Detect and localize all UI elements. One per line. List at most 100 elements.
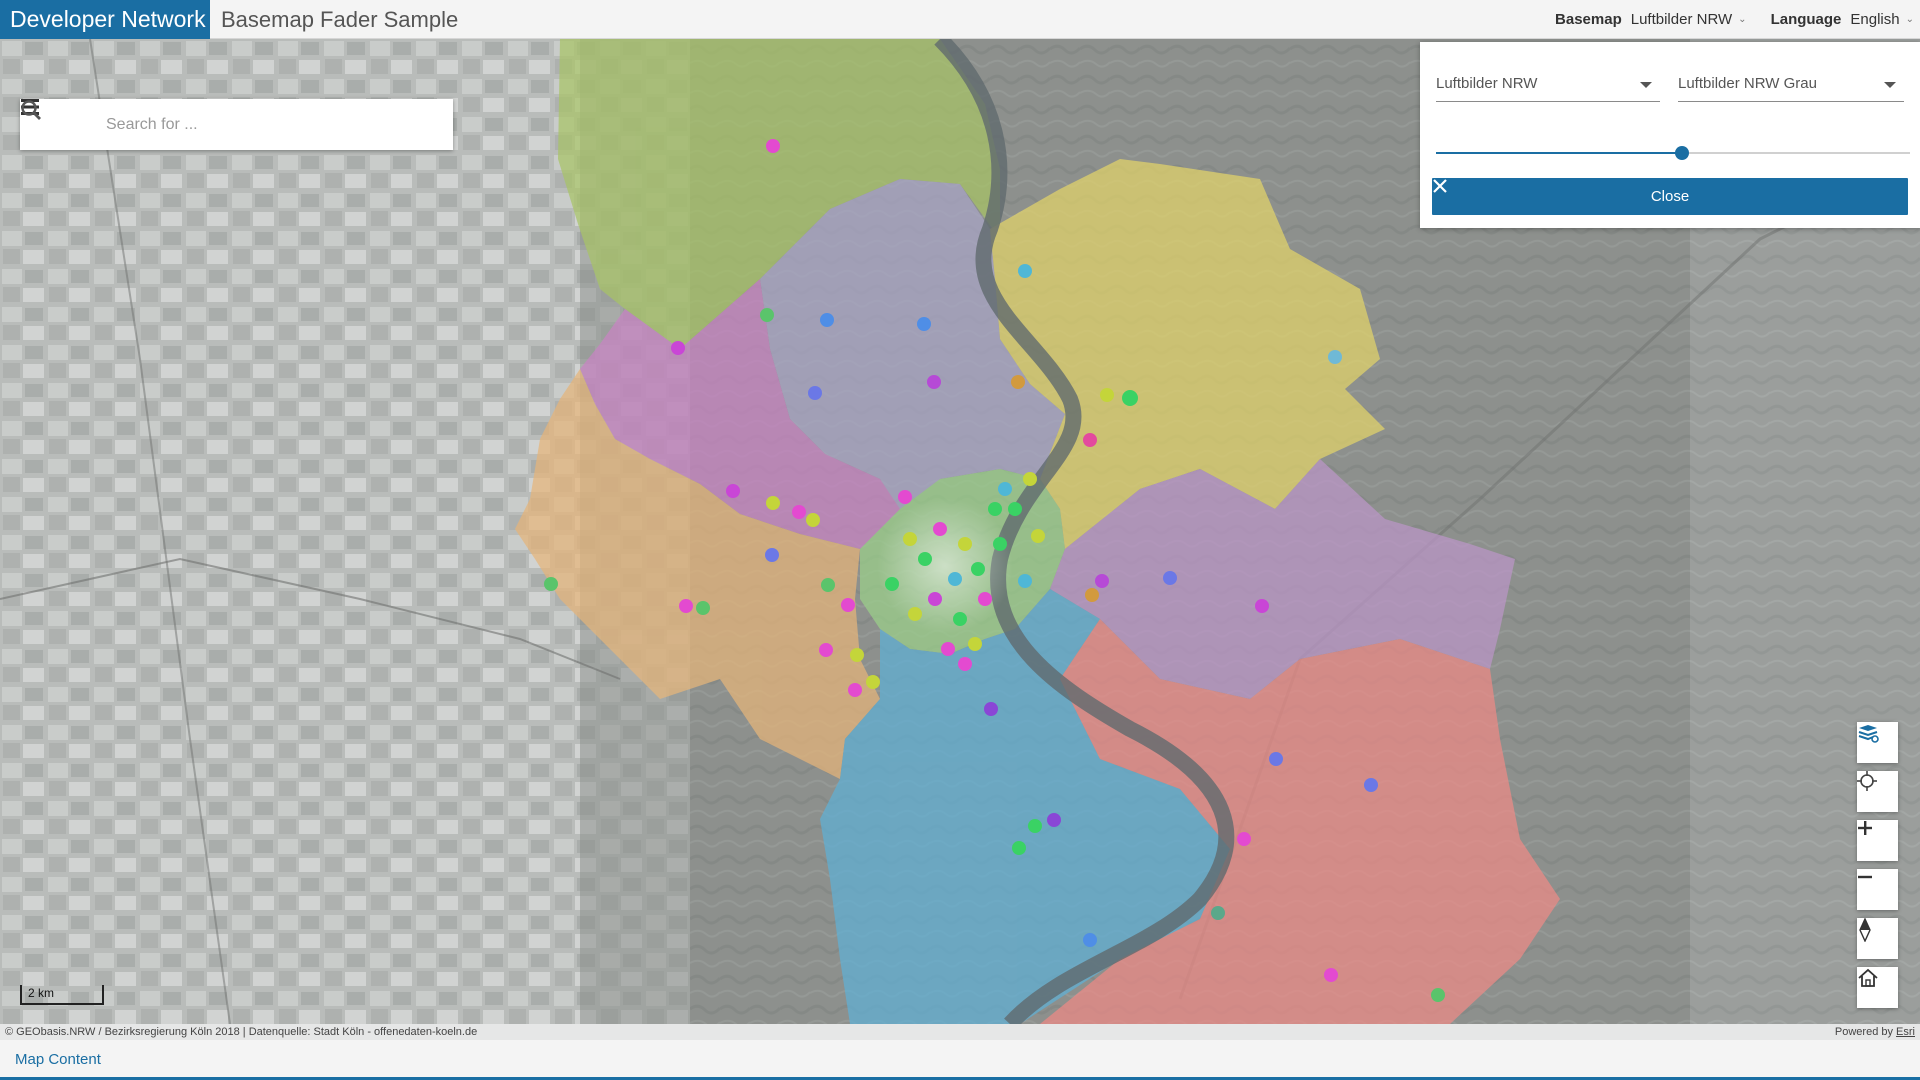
poi-point[interactable] <box>968 637 982 651</box>
app-title: Basemap Fader Sample <box>221 7 459 32</box>
brand-title[interactable]: Developer Network <box>0 0 210 39</box>
poi-point[interactable] <box>941 642 955 656</box>
poi-point[interactable] <box>984 702 998 716</box>
poi-point[interactable] <box>898 490 912 504</box>
poi-point[interactable] <box>993 537 1007 551</box>
poi-point[interactable] <box>766 139 780 153</box>
poi-point[interactable] <box>1008 502 1022 516</box>
map-view[interactable]: Luftbilder NRW Luftbilder NRW Grau Close <box>0 39 1920 1024</box>
caret-down-icon[interactable] <box>1640 82 1652 88</box>
compass-icon <box>1859 918 1871 942</box>
poi-point[interactable] <box>927 375 941 389</box>
poi-point[interactable] <box>1269 752 1283 766</box>
zoom-in-button[interactable] <box>1857 820 1898 861</box>
poi-point[interactable] <box>1018 264 1032 278</box>
poi-point[interactable] <box>726 484 740 498</box>
compass-button[interactable] <box>1857 918 1898 959</box>
poi-point[interactable] <box>820 313 834 327</box>
poi-point[interactable] <box>933 522 947 536</box>
language-dropdown[interactable]: English <box>1850 11 1899 28</box>
poi-point[interactable] <box>1012 841 1026 855</box>
poi-point[interactable] <box>948 572 962 586</box>
caret-down-icon[interactable] <box>1884 82 1896 88</box>
language-label: Language <box>1770 11 1842 28</box>
poi-point[interactable] <box>1100 388 1114 402</box>
poi-point[interactable] <box>908 607 922 621</box>
poi-point[interactable] <box>1255 599 1269 613</box>
poi-point[interactable] <box>850 648 864 662</box>
poi-point[interactable] <box>958 657 972 671</box>
poi-point[interactable] <box>1163 571 1177 585</box>
poi-point[interactable] <box>958 537 972 551</box>
poi-point[interactable] <box>808 386 822 400</box>
poi-point[interactable] <box>696 601 710 615</box>
poi-point[interactable] <box>1122 390 1138 406</box>
poi-point[interactable] <box>806 513 820 527</box>
zoom-out-icon <box>1858 875 1872 879</box>
poi-point[interactable] <box>1085 588 1099 602</box>
poi-point[interactable] <box>1031 529 1045 543</box>
poi-point[interactable] <box>1083 433 1097 447</box>
poi-point[interactable] <box>953 612 967 626</box>
zoom-out-button[interactable] <box>1857 869 1898 910</box>
zoom-in-icon <box>1858 821 1872 835</box>
basemap-toggle-icon <box>1858 725 1879 743</box>
fader-slider[interactable] <box>1436 143 1910 163</box>
poi-point[interactable] <box>760 308 774 322</box>
poi-point[interactable] <box>1083 933 1097 947</box>
poi-point[interactable] <box>679 599 693 613</box>
close-button[interactable]: Close <box>1432 178 1908 215</box>
poi-point[interactable] <box>1095 574 1109 588</box>
cluster-glow <box>877 498 1013 634</box>
left-basemap-select[interactable]: Luftbilder NRW <box>1436 70 1660 102</box>
poi-point[interactable] <box>866 675 880 689</box>
poi-point[interactable] <box>1364 778 1378 792</box>
map-content-link[interactable]: Map Content <box>15 1051 101 1068</box>
poi-point[interactable] <box>971 562 985 576</box>
scale-bar: 2 km <box>20 985 104 1005</box>
locate-button[interactable] <box>1857 771 1898 812</box>
poi-point[interactable] <box>544 577 558 591</box>
poi-point[interactable] <box>1431 988 1445 1002</box>
slider-thumb[interactable] <box>1675 146 1690 160</box>
poi-point[interactable] <box>841 598 855 612</box>
poi-point[interactable] <box>917 317 931 331</box>
poi-point[interactable] <box>885 577 899 591</box>
search-input[interactable] <box>106 115 426 134</box>
basemap-dropdown[interactable]: Luftbilder NRW <box>1631 11 1732 28</box>
poi-point[interactable] <box>918 552 932 566</box>
poi-point[interactable] <box>1011 375 1025 389</box>
poi-point[interactable] <box>1324 968 1338 982</box>
poi-point[interactable] <box>1018 574 1032 588</box>
poi-point[interactable] <box>978 592 992 606</box>
poi-point[interactable] <box>903 532 917 546</box>
poi-point[interactable] <box>1237 832 1251 846</box>
right-basemap-select[interactable]: Luftbilder NRW Grau <box>1678 70 1904 102</box>
poi-point[interactable] <box>928 592 942 606</box>
poi-point[interactable] <box>1028 819 1042 833</box>
poi-point[interactable] <box>821 578 835 592</box>
chevron-down-icon[interactable]: ⌄ <box>1738 14 1746 25</box>
home-button[interactable] <box>1857 967 1898 1008</box>
locate-icon <box>1857 771 1877 791</box>
slider-fill <box>1436 152 1683 154</box>
poi-point[interactable] <box>671 341 685 355</box>
poi-point[interactable] <box>1047 813 1061 827</box>
search-box[interactable] <box>20 99 453 150</box>
close-icon <box>1433 179 1447 193</box>
poi-point[interactable] <box>1211 906 1225 920</box>
attribution-bar: © GEObasis.NRW / Bezirksregierung Köln 2… <box>0 1024 1920 1040</box>
esri-link[interactable]: Esri <box>1896 1026 1915 1038</box>
poi-point[interactable] <box>1328 350 1342 364</box>
poi-point[interactable] <box>1023 472 1037 486</box>
poi-point[interactable] <box>998 482 1012 496</box>
header-controls: Basemap Luftbilder NRW ⌄ Language Englis… <box>1555 0 1914 39</box>
poi-point[interactable] <box>766 496 780 510</box>
poi-point[interactable] <box>792 505 806 519</box>
chevron-down-icon[interactable]: ⌄ <box>1906 14 1914 25</box>
basemap-toggle-button[interactable] <box>1857 722 1898 763</box>
poi-point[interactable] <box>848 683 862 697</box>
poi-point[interactable] <box>819 643 833 657</box>
poi-point[interactable] <box>988 502 1002 516</box>
poi-point[interactable] <box>765 548 779 562</box>
